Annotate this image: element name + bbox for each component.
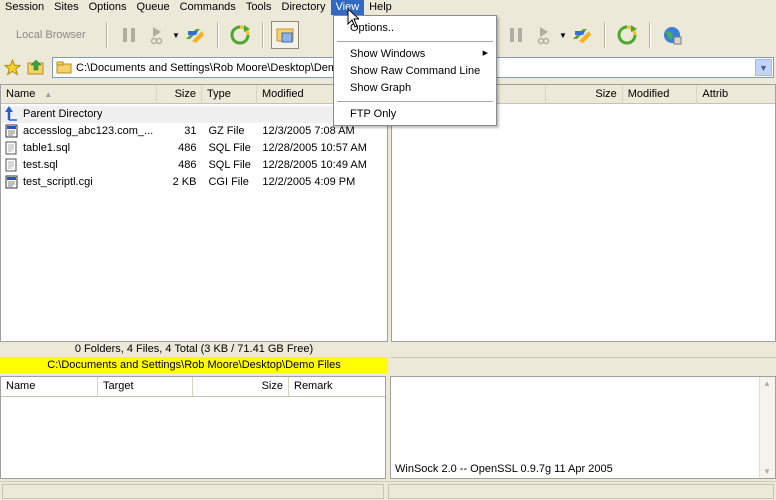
status-panel-right (388, 484, 774, 499)
log-line: WinSock 2.0 -- OpenSSL 0.9.7g 11 Apr 200… (395, 463, 613, 475)
column-name[interactable]: Name ▲ (1, 85, 157, 104)
file-size: 31 (184, 125, 197, 137)
folder-icon (56, 61, 72, 77)
remote-summary-bar (391, 342, 776, 357)
menu-separator (337, 101, 493, 102)
menu-separator (337, 41, 493, 42)
remote-path-bar (391, 357, 776, 373)
file-row[interactable]: test.sql 486 SQL File 12/28/2005 10:49 AM (1, 157, 386, 174)
column-name[interactable]: Name (1, 377, 98, 396)
view-menu-dropdown: Options.. Show Windows ▶ Show Raw Comman… (333, 15, 497, 126)
scroll-down-icon[interactable]: ▼ (763, 467, 771, 476)
log-scrollbar[interactable]: ▲ ▼ (759, 377, 775, 478)
transfer-arrows-icon[interactable] (181, 21, 209, 49)
chevron-down-icon[interactable]: ▼ (171, 31, 181, 40)
file-row[interactable]: test_scriptl.cgi 2 KB CGI File 12/2/2005 4:… (1, 174, 386, 191)
file-name: table1.sql (22, 142, 71, 154)
column-attrib[interactable]: Attrib (697, 85, 775, 104)
up-arrow-icon (5, 106, 21, 123)
status-panel-left (2, 484, 384, 499)
menu-item-show-raw-command-line[interactable]: Show Raw Command Line (350, 65, 480, 77)
star-bookmark-icon[interactable] (3, 58, 22, 79)
menu-commands[interactable]: Commands (175, 0, 241, 15)
transfer-arrows-icon[interactable] (568, 21, 596, 49)
site-manager-icon[interactable] (271, 21, 299, 49)
local-path-bar: C:\Documents and Settings\Rob Moore\Desk… (0, 357, 388, 373)
column-remark[interactable]: Remark (289, 377, 385, 396)
file-size: 2 KB (172, 176, 197, 188)
file-icon (5, 140, 23, 157)
file-modified: 12/2/2005 4:09 PM (262, 176, 356, 188)
menu-item-show-windows[interactable]: Show Windows (350, 48, 425, 60)
column-modified[interactable]: Modified (623, 85, 698, 104)
menu-bar: Session Sites Options Queue Commands Tools Dir… (0, 0, 776, 15)
parent-directory-row[interactable]: Parent Directory (1, 106, 386, 123)
menu-help[interactable]: Help (364, 0, 397, 15)
play-transfer-icon[interactable] (530, 21, 558, 49)
local-summary-text: 0 Folders, 4 Files, 4 Total (3 KB / 71.4… (74, 343, 314, 355)
file-icon (5, 123, 23, 140)
file-type: SQL File (208, 142, 251, 154)
path-text: C:\Documents and Settings\Rob Moore\Desk… (76, 61, 370, 74)
column-size[interactable]: Size (193, 377, 289, 396)
menu-item-ftp-only[interactable]: FTP Only (350, 108, 396, 120)
sort-ascending-icon: ▲ (44, 90, 53, 99)
globe-connect-icon[interactable] (658, 21, 686, 49)
local-summary-bar: 0 Folders, 4 Files, 4 Total (3 KB / 71.4… (0, 342, 388, 357)
scroll-up-icon[interactable]: ▲ (763, 379, 771, 388)
toolbar-separator (217, 22, 218, 48)
local-file-list: Name ▲ Size Type Modified Parent Directo… (0, 84, 388, 342)
file-name: test.sql (22, 159, 58, 171)
file-icon (5, 157, 23, 174)
refresh-icon[interactable] (613, 21, 641, 49)
file-type: CGI File (208, 176, 249, 188)
column-size[interactable]: Size (157, 85, 202, 104)
menu-options[interactable]: Options (84, 0, 132, 15)
toolbar-separator (106, 22, 107, 48)
file-name: accesslog_abc123.com_... (22, 125, 154, 137)
file-size: 486 (178, 142, 197, 154)
column-target[interactable]: Target (98, 377, 193, 396)
toolbar-separator (649, 22, 650, 48)
transfer-queue: Name Target Size Remark (0, 376, 386, 479)
file-row[interactable]: accesslog_abc123.com_... 31 GZ File 12/3/20… (1, 123, 386, 140)
file-icon (5, 174, 23, 191)
local-browser-label[interactable]: Local Browser (0, 29, 98, 41)
refresh-icon[interactable] (226, 21, 254, 49)
toolbar-separator (604, 22, 605, 48)
file-modified: 12/28/2005 10:57 AM (262, 142, 367, 154)
menu-sites[interactable]: Sites (49, 0, 83, 15)
local-path-text: C:\Documents and Settings\Rob Moore\Desk… (47, 359, 341, 371)
mouse-cursor-icon (347, 7, 361, 31)
menu-item-show-graph[interactable]: Show Graph (350, 82, 411, 94)
parent-folder-icon[interactable] (27, 59, 45, 79)
submenu-arrow-icon: ▶ (482, 50, 488, 57)
menu-tools[interactable]: Tools (241, 0, 277, 15)
log-window: WinSock 2.0 -- OpenSSL 0.9.7g 11 Apr 200… (390, 376, 776, 479)
file-row[interactable]: table1.sql 486 SQL File 12/28/2005 10:57 AM (1, 140, 386, 157)
queue-column-header: Name Target Size Remark (1, 377, 385, 397)
play-transfer-icon[interactable] (143, 21, 171, 49)
remote-toolbar: ▼ (502, 18, 776, 52)
local-toolbar: Local Browser ▼ (0, 18, 386, 52)
toolbar-separator (262, 22, 263, 48)
column-type[interactable]: Type (202, 85, 257, 104)
menu-directory[interactable]: Directory (277, 0, 331, 15)
file-size: 486 (178, 159, 197, 171)
file-type: GZ File (208, 125, 245, 137)
menu-session[interactable]: Session (0, 0, 49, 15)
pause-icon[interactable] (502, 21, 530, 49)
chevron-down-icon[interactable]: ▼ (558, 31, 568, 40)
file-type: SQL File (208, 159, 251, 171)
status-bar (0, 481, 776, 500)
menu-queue[interactable]: Queue (132, 0, 175, 15)
pause-icon[interactable] (115, 21, 143, 49)
file-name: test_scriptl.cgi (22, 176, 93, 188)
parent-directory-label: Parent Directory (23, 108, 103, 120)
local-column-header: Name ▲ Size Type Modified (1, 85, 387, 104)
file-modified: 12/28/2005 10:49 AM (262, 159, 367, 171)
column-size[interactable]: Size (546, 85, 623, 104)
chevron-down-icon[interactable]: ▼ (755, 59, 772, 76)
